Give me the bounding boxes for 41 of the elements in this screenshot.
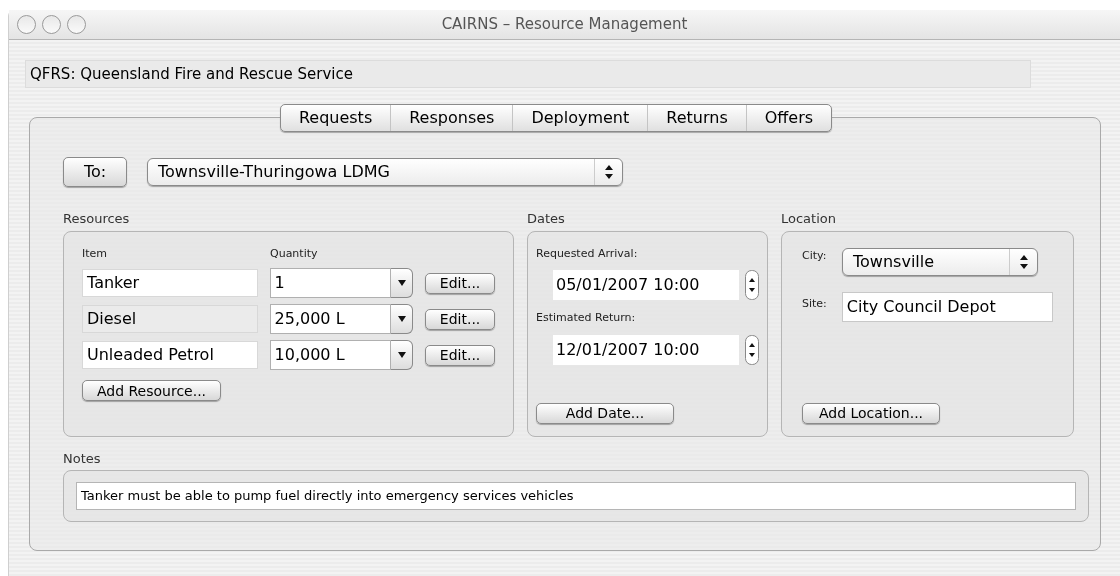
tab[interactable]: Responses bbox=[390, 105, 513, 131]
tab[interactable]: Offers bbox=[745, 105, 832, 131]
date-label: Estimated Return: bbox=[536, 310, 636, 326]
add-resource-button[interactable]: Add Resource... bbox=[82, 380, 221, 401]
add-location-button[interactable]: Add Location... bbox=[802, 402, 940, 424]
edit-button[interactable]: Edit... bbox=[425, 344, 495, 366]
add-date-button[interactable]: Add Date... bbox=[536, 402, 674, 424]
tab[interactable]: Deployment bbox=[512, 105, 648, 131]
recipient-popup[interactable]: Townsville-Thuringowa LDMG bbox=[147, 158, 623, 186]
date-field[interactable]: 12/01/2007 10:00 bbox=[553, 334, 739, 365]
date-stepper[interactable] bbox=[745, 270, 759, 300]
tab[interactable]: Returns bbox=[647, 105, 746, 131]
group-title: Resources bbox=[63, 210, 130, 228]
group-title: Location bbox=[781, 210, 836, 228]
city-popup[interactable]: Townsville bbox=[842, 247, 1038, 276]
to-button[interactable]: To: bbox=[63, 157, 127, 187]
popup-arrows-icon bbox=[1018, 253, 1029, 270]
notes-field[interactable]: Tanker must be able to pump fuel directly into emergency services vehicles bbox=[76, 482, 1076, 510]
window-control-button[interactable] bbox=[17, 15, 36, 34]
date-field[interactable]: 05/01/2007 10:00 bbox=[553, 270, 739, 300]
date-stepper[interactable] bbox=[745, 334, 759, 365]
agency-field: QFRS: Queensland Fire and Rescue Service bbox=[25, 60, 1031, 88]
column-header: Quantity bbox=[270, 245, 318, 262]
dropdown-arrow-icon bbox=[397, 316, 406, 322]
item-field[interactable]: Tanker bbox=[82, 269, 258, 297]
column-header: Item bbox=[82, 245, 109, 262]
site-label: Site: bbox=[802, 295, 828, 312]
popup-arrows-icon bbox=[603, 164, 614, 180]
window-title: CAIRNS – Resource Management bbox=[441, 14, 688, 36]
dropdown-arrow-icon bbox=[397, 352, 406, 358]
window-control-button[interactable] bbox=[67, 15, 86, 34]
group-title: Dates bbox=[527, 210, 565, 228]
tab[interactable]: Requests bbox=[280, 105, 391, 131]
site-field[interactable]: City Council Depot bbox=[841, 291, 1053, 322]
item-field[interactable]: Unleaded Petrol bbox=[82, 341, 258, 369]
window-control-button[interactable] bbox=[42, 15, 61, 34]
city-label: City: bbox=[802, 247, 828, 264]
group-title: Notes bbox=[63, 449, 101, 468]
date-label: Requested Arrival: bbox=[536, 245, 638, 262]
edit-button[interactable]: Edit... bbox=[425, 272, 495, 294]
dropdown-arrow-icon bbox=[397, 280, 406, 286]
